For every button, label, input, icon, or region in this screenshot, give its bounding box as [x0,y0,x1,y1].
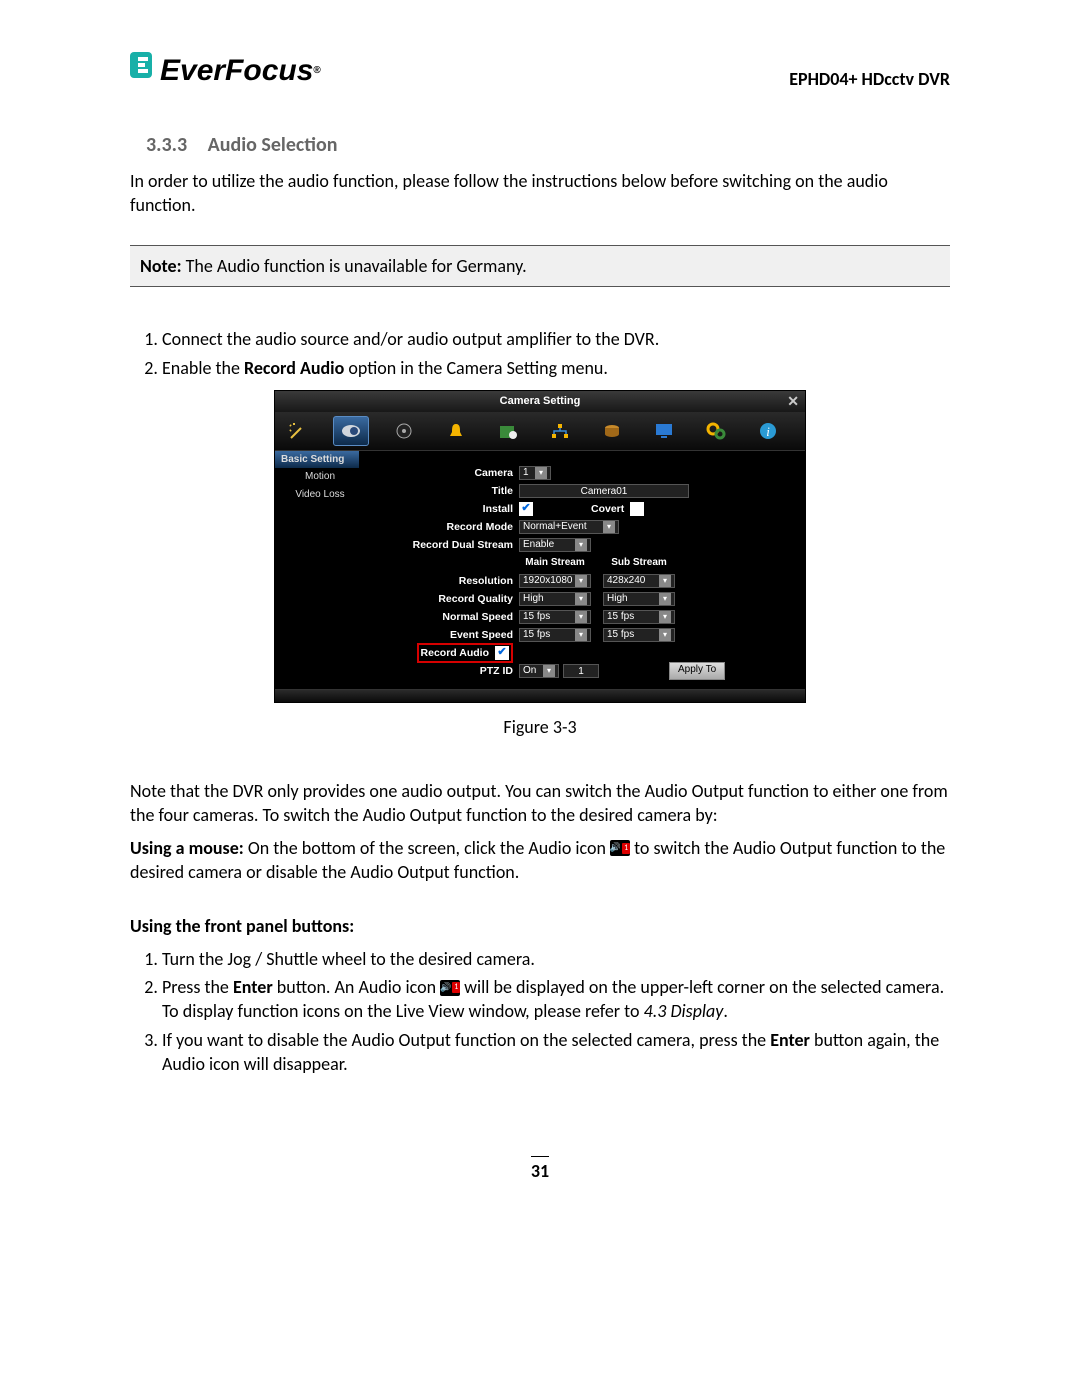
sub-stream-head: Sub Stream [603,556,675,570]
nspeed-main-select[interactable]: 15 fps▾ [519,610,591,624]
intro-paragraph: In order to utilize the audio function, … [130,169,950,218]
note-text: The Audio function is unavailable for Ge… [182,255,527,277]
covert-checkbox[interactable] [630,502,644,516]
audio-icon: 🔊1 [610,840,630,856]
espeed-sub-select[interactable]: 15 fps▾ [603,628,675,642]
side-basic-setting[interactable]: Basic Setting [275,451,359,469]
label-install: Install [373,502,519,516]
disk-icon[interactable] [595,417,629,445]
schedule-icon[interactable] [491,417,525,445]
front-panel-steps: Turn the Jog / Shuttle wheel to the desi… [142,947,950,1076]
settings-icon[interactable] [699,417,733,445]
page-header: EverFocus® EPHD04+ HDcctv DVR [130,50,950,92]
fp-step-1: Turn the Jog / Shuttle wheel to the desi… [162,947,950,971]
camera-form: Camera 1▾ Title Camera01 Install Covert … [365,451,805,689]
label-ptz-id: PTZ ID [373,664,519,678]
record-icon[interactable] [387,417,421,445]
paragraph-after-figure: Note that the DVR only provides one audi… [130,779,950,828]
nspeed-sub-select[interactable]: 15 fps▾ [603,610,675,624]
label-resolution: Resolution [373,574,519,588]
panel-tab-row: i [275,412,805,451]
alarm-icon[interactable] [439,417,473,445]
page-number: 31 [130,1156,950,1183]
side-motion[interactable]: Motion [275,468,365,486]
top-steps: Connect the audio source and/or audio ou… [142,327,950,380]
brand-logo: EverFocus® [130,50,321,92]
main-stream-head: Main Stream [519,556,591,570]
camera-icon[interactable] [333,416,369,446]
espeed-main-select[interactable]: 15 fps▾ [519,628,591,642]
title-input[interactable]: Camera01 [519,484,689,498]
label-camera: Camera [373,466,519,480]
res-main-select[interactable]: 1920x1080▾ [519,574,591,588]
dual-stream-select[interactable]: Enable▾ [519,538,591,552]
note-box: Note: The Audio function is unavailable … [130,245,950,287]
section-title: 3.3.3 Audio Selection [146,132,950,159]
quality-sub-select[interactable]: High▾ [603,592,675,606]
label-dual-stream: Record Dual Stream [373,538,519,552]
note-label: Note: [140,255,182,277]
label-title: Title [373,484,519,498]
label-record-audio: Record Audio [421,646,495,660]
side-nav: Basic Setting Motion Video Loss [275,451,365,689]
side-video-loss[interactable]: Video Loss [275,486,365,504]
front-panel-heading: Using the front panel buttons: [130,914,950,938]
panel-title: Camera Setting ✕ [275,391,805,412]
install-checkbox[interactable] [519,502,533,516]
label-quality: Record Quality [373,592,519,606]
fp-step-2: Press the Enter button. An Audio icon 🔊1… [162,975,950,1024]
figure-caption: Figure 3-3 [130,715,950,739]
ptzid-num-input[interactable]: 1 [563,664,599,678]
svg-text:i: i [766,424,770,439]
wizard-icon[interactable] [281,417,315,445]
res-sub-select[interactable]: 428x240▾ [603,574,675,588]
apply-to-button[interactable]: Apply To [669,662,725,680]
brand-text: EverFocus [160,51,313,92]
info-icon[interactable]: i [751,417,785,445]
step-1: Connect the audio source and/or audio ou… [162,327,950,351]
model-name: EPHD04+ HDcctv DVR [789,67,950,91]
ptzid-on-select[interactable]: On▾ [519,664,559,678]
quality-main-select[interactable]: High▾ [519,592,591,606]
label-covert: Covert [591,502,624,516]
network-icon[interactable] [543,417,577,445]
figure-3-3: Camera Setting ✕ i Basic Setting Motion … [130,390,950,739]
brand-icon [130,50,156,92]
record-audio-checkbox[interactable] [495,646,509,660]
camera-select[interactable]: 1▾ [519,466,551,480]
fp-step-3: If you want to disable the Audio Output … [162,1028,950,1077]
section-heading: Audio Selection [208,133,338,157]
label-record-mode: Record Mode [373,520,519,534]
camera-setting-panel: Camera Setting ✕ i Basic Setting Motion … [274,390,806,703]
close-icon[interactable]: ✕ [787,392,799,411]
using-mouse-paragraph: Using a mouse: On the bottom of the scre… [130,836,950,885]
using-mouse-label: Using a mouse: [130,837,244,859]
record-mode-select[interactable]: Normal+Event▾ [519,520,619,534]
display-icon[interactable] [647,417,681,445]
panel-footer [275,689,805,702]
section-number: 3.3.3 [146,133,187,157]
label-normal-speed: Normal Speed [373,610,519,624]
label-event-speed: Event Speed [373,628,519,642]
step-2: Enable the Record Audio option in the Ca… [162,356,950,380]
audio-icon: 🔊1 [440,980,460,996]
